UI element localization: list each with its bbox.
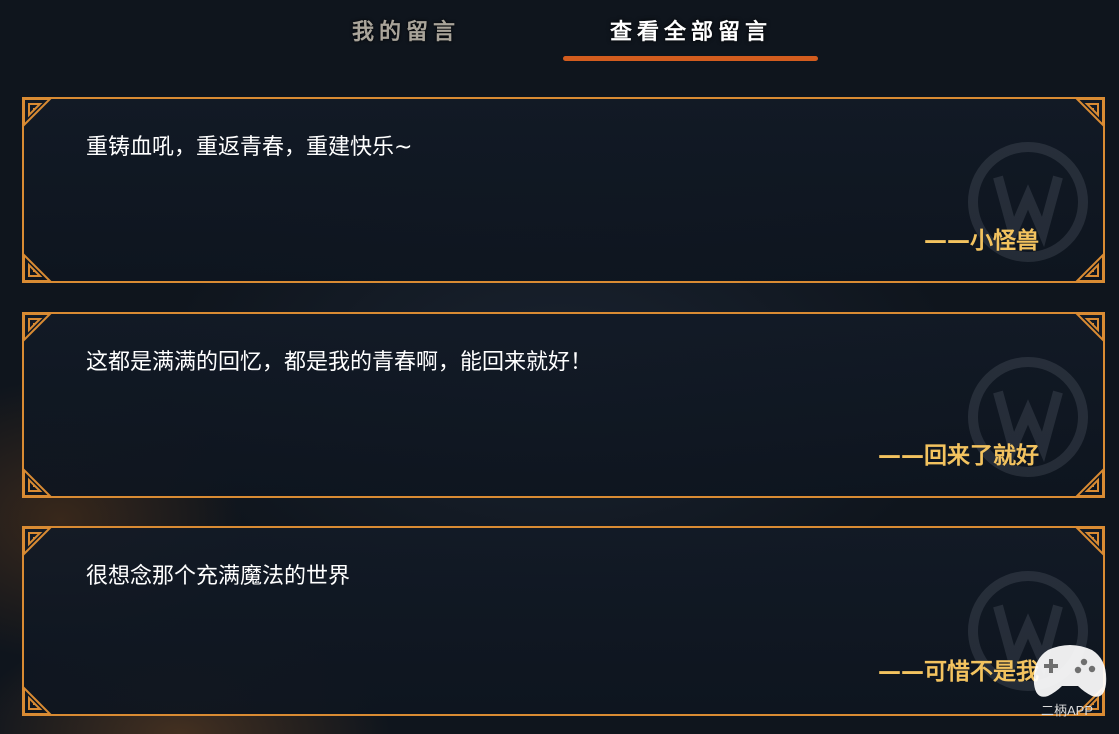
ornament-corner-icon (1075, 313, 1104, 342)
message-author: ——回来了就好 (878, 443, 1039, 469)
message-card: 这都是满满的回忆，都是我的青春啊，能回来就好！ ——回来了就好 (22, 312, 1105, 498)
ornament-corner-icon (23, 686, 52, 715)
message-card: 很想念那个充满魔法的世界 ——可惜不是我 (22, 526, 1105, 716)
ornament-corner-icon (23, 527, 52, 556)
message-text: 重铸血吼，重返青春，重建快乐~ (86, 135, 413, 160)
ornament-corner-icon (23, 253, 52, 282)
tab-bar: 我的留言 查看全部留言 (0, 0, 1119, 70)
tab-all-messages[interactable]: 查看全部留言 (564, 14, 818, 54)
ornament-corner-icon (1075, 527, 1104, 556)
message-author: ——可惜不是我 (878, 659, 1039, 685)
ornament-corner-icon (23, 468, 52, 497)
ornament-corner-icon (1075, 98, 1104, 127)
message-card: 重铸血吼，重返青春，重建快乐~ ——小怪兽 (22, 97, 1105, 283)
app-badge-label: 二柄APP (1040, 703, 1093, 718)
active-tab-indicator (563, 56, 818, 61)
message-text: 很想念那个充满魔法的世界 (86, 564, 351, 589)
ornament-corner-icon (23, 313, 52, 342)
message-author: ——小怪兽 (924, 228, 1039, 254)
tab-my-messages[interactable]: 我的留言 (336, 14, 476, 54)
message-text: 这都是满满的回忆，都是我的青春啊，能回来就好！ (86, 350, 593, 375)
ornament-corner-icon (23, 98, 52, 127)
